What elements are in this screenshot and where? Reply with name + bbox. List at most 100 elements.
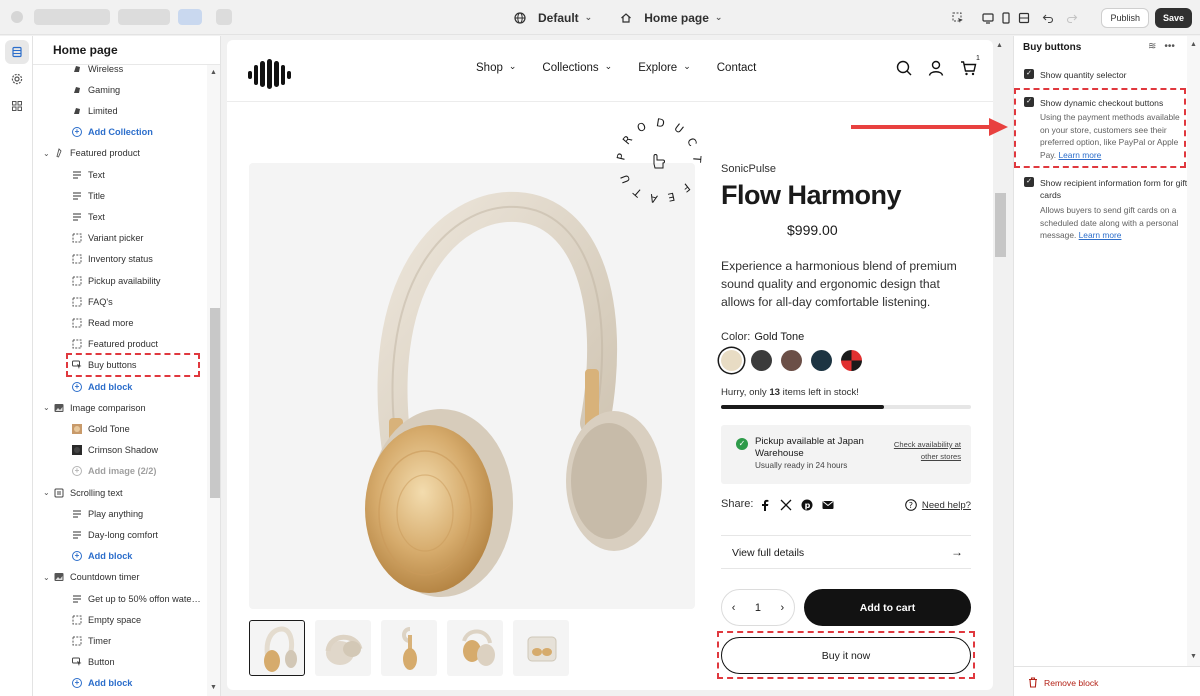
chevron-down-icon[interactable]: ⌄ [43,403,50,412]
page-selector[interactable]: Home page ⌄ [620,11,722,25]
nav-contact[interactable]: Contact [717,62,757,74]
block-row-pickup-availability[interactable]: Pickup availability [33,270,207,291]
product-thumbnail-3[interactable] [381,620,437,676]
block-row-faq-s[interactable]: FAQ's [33,291,207,312]
sidebar-scrollbar[interactable]: ▲ ▼ [207,65,220,696]
block-row-read-more[interactable]: Read more [33,312,207,333]
remove-block-button[interactable]: Remove block [1028,677,1098,688]
need-help-link[interactable]: ? Need help? [905,499,971,511]
block-row-variant-picker[interactable]: Variant picker [33,228,207,249]
preview-scroll-thumb[interactable] [995,193,1006,257]
publish-button[interactable]: Publish [1101,7,1149,28]
color-swatch-4[interactable] [811,350,832,371]
save-button[interactable]: Save [1154,7,1192,28]
checkbox-checked-icon[interactable]: ✓ [1024,69,1034,79]
add-row-add-block[interactable]: + Add block [33,546,207,567]
theme-selector[interactable]: Default ⌄ [514,11,592,25]
block-row-empty-space[interactable]: Empty space [33,609,207,630]
color-swatch-5[interactable] [841,350,862,371]
color-swatch-1[interactable] [721,350,742,371]
block-row-button[interactable]: Button [33,652,207,673]
database-icon[interactable]: ≋ [1148,41,1156,52]
store-switcher[interactable] [8,8,232,26]
block-row-play-anything[interactable]: Play anything [33,503,207,524]
quantity-value[interactable]: 1 [755,602,761,614]
cart-count: 1 [976,55,980,62]
desktop-icon[interactable] [979,9,997,27]
block-row-gold-tone[interactable]: Gold Tone [33,418,207,439]
product-thumbnail-2[interactable] [315,620,371,676]
block-row-get-up-to-50-offon-waterpr[interactable]: Get up to 50% offon waterpr... [33,588,207,609]
product-thumbnail-4[interactable] [447,620,503,676]
facebook-icon[interactable] [759,499,771,511]
block-row-title[interactable]: Title [33,185,207,206]
section-row-scrolling-text[interactable]: ⌄ Scrolling text [33,482,207,503]
row-label: Get up to 50% offon waterpr... [88,593,203,604]
need-help-label: Need help? [921,499,971,511]
search-icon[interactable] [896,60,912,76]
account-icon[interactable] [928,60,944,76]
row-label: Limited [88,105,118,116]
view-full-details[interactable]: View full details → [721,535,971,569]
block-row-featured-product[interactable]: Featured product [33,334,207,355]
add-row-add-collection[interactable]: + Add Collection [33,122,207,143]
store-header: Shop ⌄ Collections ⌄ Explore ⌄ Contact 1 [227,40,993,102]
block-row-text[interactable]: Text [33,206,207,227]
product-main-image[interactable] [249,163,695,609]
inspector-icon[interactable] [949,9,967,27]
frame-icon [72,276,82,286]
left-rail [0,36,33,696]
scroll-down-icon[interactable]: ▼ [1190,653,1197,660]
mobile-icon[interactable] [997,9,1015,27]
block-row-day-long-comfort[interactable]: Day-long comfort [33,524,207,545]
more-options-icon[interactable]: ••• [1164,41,1175,52]
section-row-image-comparison[interactable]: ⌄ Image comparison [33,397,207,418]
nav-explore[interactable]: Explore ⌄ [638,61,691,75]
minus-chevron-icon[interactable]: ‹ [732,602,736,614]
chevron-down-icon[interactable]: ⌄ [43,573,50,582]
scroll-down-icon[interactable]: ▼ [210,684,217,691]
product-thumbnail-5[interactable] [513,620,569,676]
exit-icon[interactable] [8,8,26,26]
block-row-gaming[interactable]: Gaming [33,79,207,100]
sidebar-scroll-thumb[interactable] [210,308,220,498]
chevron-down-icon[interactable]: ⌄ [43,149,50,158]
add-row-add-block[interactable]: + Add block [33,376,207,397]
block-row-text[interactable]: Text [33,164,207,185]
nav-shop[interactable]: Shop ⌄ [476,61,516,75]
section-row-countdown-timer[interactable]: ⌄ Countdown timer [33,567,207,588]
sections-icon[interactable] [5,40,29,64]
nav-collections[interactable]: Collections ⌄ [542,61,612,75]
pickup-availability: ✓ Pickup available at Japan Warehouse Us… [721,425,971,484]
block-row-crimson-shadow[interactable]: Crimson Shadow [33,440,207,461]
fullscreen-icon[interactable] [1015,9,1033,27]
block-row-inventory-status[interactable]: Inventory status [33,249,207,270]
color-swatch-2[interactable] [751,350,772,371]
learn-more-link[interactable]: Learn more [1079,230,1122,240]
add-to-cart-button[interactable]: Add to cart [804,589,971,626]
scroll-up-icon[interactable]: ▲ [210,69,217,76]
cart-button[interactable]: 1 [960,55,980,81]
settings-scrollbar[interactable]: ▲ ▼ [1187,36,1200,666]
color-swatch-3[interactable] [781,350,802,371]
check-availability-link[interactable]: Check availability at other stores [879,439,961,463]
scroll-up-icon[interactable]: ▲ [996,42,1003,49]
settings-gear-icon[interactable] [5,67,29,91]
add-row-add-block[interactable]: + Add block [33,673,207,694]
block-row-limited[interactable]: Limited [33,100,207,121]
section-row-featured-product[interactable]: ⌄ Featured product [33,143,207,164]
plus-chevron-icon[interactable]: › [781,602,785,614]
redo-icon[interactable] [1063,9,1081,27]
chevron-down-icon[interactable]: ⌄ [43,488,50,497]
undo-icon[interactable] [1039,9,1057,27]
scroll-up-icon[interactable]: ▲ [1190,41,1197,48]
x-twitter-icon[interactable] [780,499,792,511]
product-thumbnail-1[interactable] [249,620,305,676]
quantity-stepper[interactable]: ‹ 1 › [721,589,795,626]
pinterest-icon[interactable]: p [801,499,813,511]
checkbox-checked-icon[interactable]: ✓ [1024,177,1034,187]
block-row-timer[interactable]: Timer [33,630,207,651]
block-row-wireless[interactable]: Wireless [33,58,207,79]
apps-icon[interactable] [5,94,29,118]
email-icon[interactable] [822,499,834,511]
